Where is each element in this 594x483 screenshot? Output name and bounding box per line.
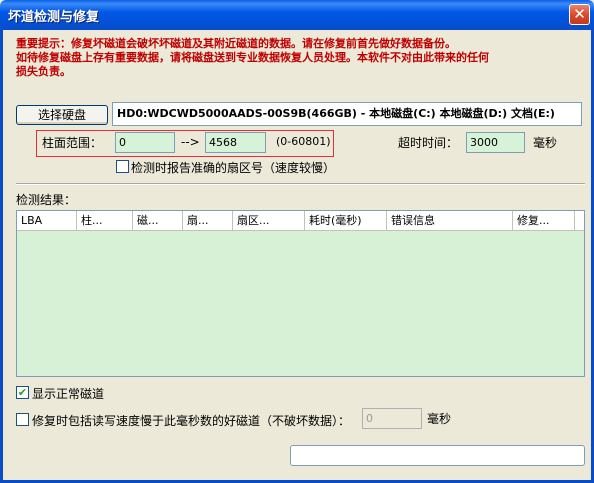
repair-slow-unit: 毫秒 xyxy=(427,412,452,426)
warning-line-1: 重要提示：修复坏磁道会破坏坏磁道及其附近磁道的数据。请在修复前首先做好数据备份。 xyxy=(16,37,456,50)
repair-slow-checkbox[interactable] xyxy=(16,413,29,426)
column-sector[interactable]: 扇... xyxy=(183,211,233,231)
disk-info-field: HD0:WDCWD5000AADS-00S9B(466GB) - 本地磁盘(C:… xyxy=(112,102,582,126)
range-start-input[interactable]: 0 xyxy=(115,132,175,153)
warning-line-2: 如待修复磁盘上存有重要数据，请将磁盘送到专业数据恢复人员处理。本软件不对由此带来… xyxy=(16,51,489,64)
title-bar: 坏道检测与修复 ✕ xyxy=(0,0,594,30)
range-arrow: --> xyxy=(181,135,200,149)
window-title: 坏道检测与修复 xyxy=(8,10,100,25)
timeout-label: 超时时间： xyxy=(398,136,459,150)
timeout-input[interactable]: 3000 xyxy=(466,132,525,153)
show-normal-label: 显示正常磁道 xyxy=(32,387,105,401)
column-error[interactable]: 错误信息 xyxy=(387,211,513,231)
range-label: 柱面范围： xyxy=(42,136,103,150)
results-label: 检测结果： xyxy=(16,193,77,207)
column-cylinder[interactable]: 柱... xyxy=(77,211,133,231)
column-head[interactable]: 磁... xyxy=(133,211,183,231)
range-max-hint: (0-60801) xyxy=(276,135,331,148)
close-button[interactable]: ✕ xyxy=(569,4,590,25)
accurate-sector-label: 检测时报告准确的扇区号（速度较慢） xyxy=(131,161,336,175)
divider xyxy=(16,183,585,185)
column-repair[interactable]: 修复... xyxy=(513,211,575,231)
repair-slow-label: 修复时包括读写速度慢于此毫秒数的好磁道（不破坏数据）： xyxy=(32,414,351,428)
warning-line-3: 损失负责。 xyxy=(16,65,71,78)
range-end-input[interactable]: 4568 xyxy=(205,132,266,153)
results-listview[interactable]: LBA 柱... 磁... 扇... 扇区... 耗时(毫秒) 错误信息 修复.… xyxy=(16,210,585,377)
show-normal-checkbox[interactable]: ✔ xyxy=(16,386,29,399)
warning-text: 重要提示：修复坏磁道会破坏坏磁道及其附近磁道的数据。请在修复前首先做好数据备份。… xyxy=(16,37,586,79)
column-lba[interactable]: LBA xyxy=(17,211,77,231)
repair-slow-input[interactable]: 0 xyxy=(362,408,422,429)
results-header: LBA 柱... 磁... 扇... 扇区... 耗时(毫秒) 错误信息 修复.… xyxy=(17,211,584,231)
select-disk-button[interactable]: 选择硬盘 xyxy=(16,105,108,125)
column-elapsed[interactable]: 耗时(毫秒) xyxy=(305,211,387,231)
column-sector-count[interactable]: 扇区... xyxy=(233,211,305,231)
accurate-sector-checkbox[interactable] xyxy=(116,160,129,173)
progress-bar xyxy=(290,445,585,466)
timeout-unit: 毫秒 xyxy=(533,136,558,150)
